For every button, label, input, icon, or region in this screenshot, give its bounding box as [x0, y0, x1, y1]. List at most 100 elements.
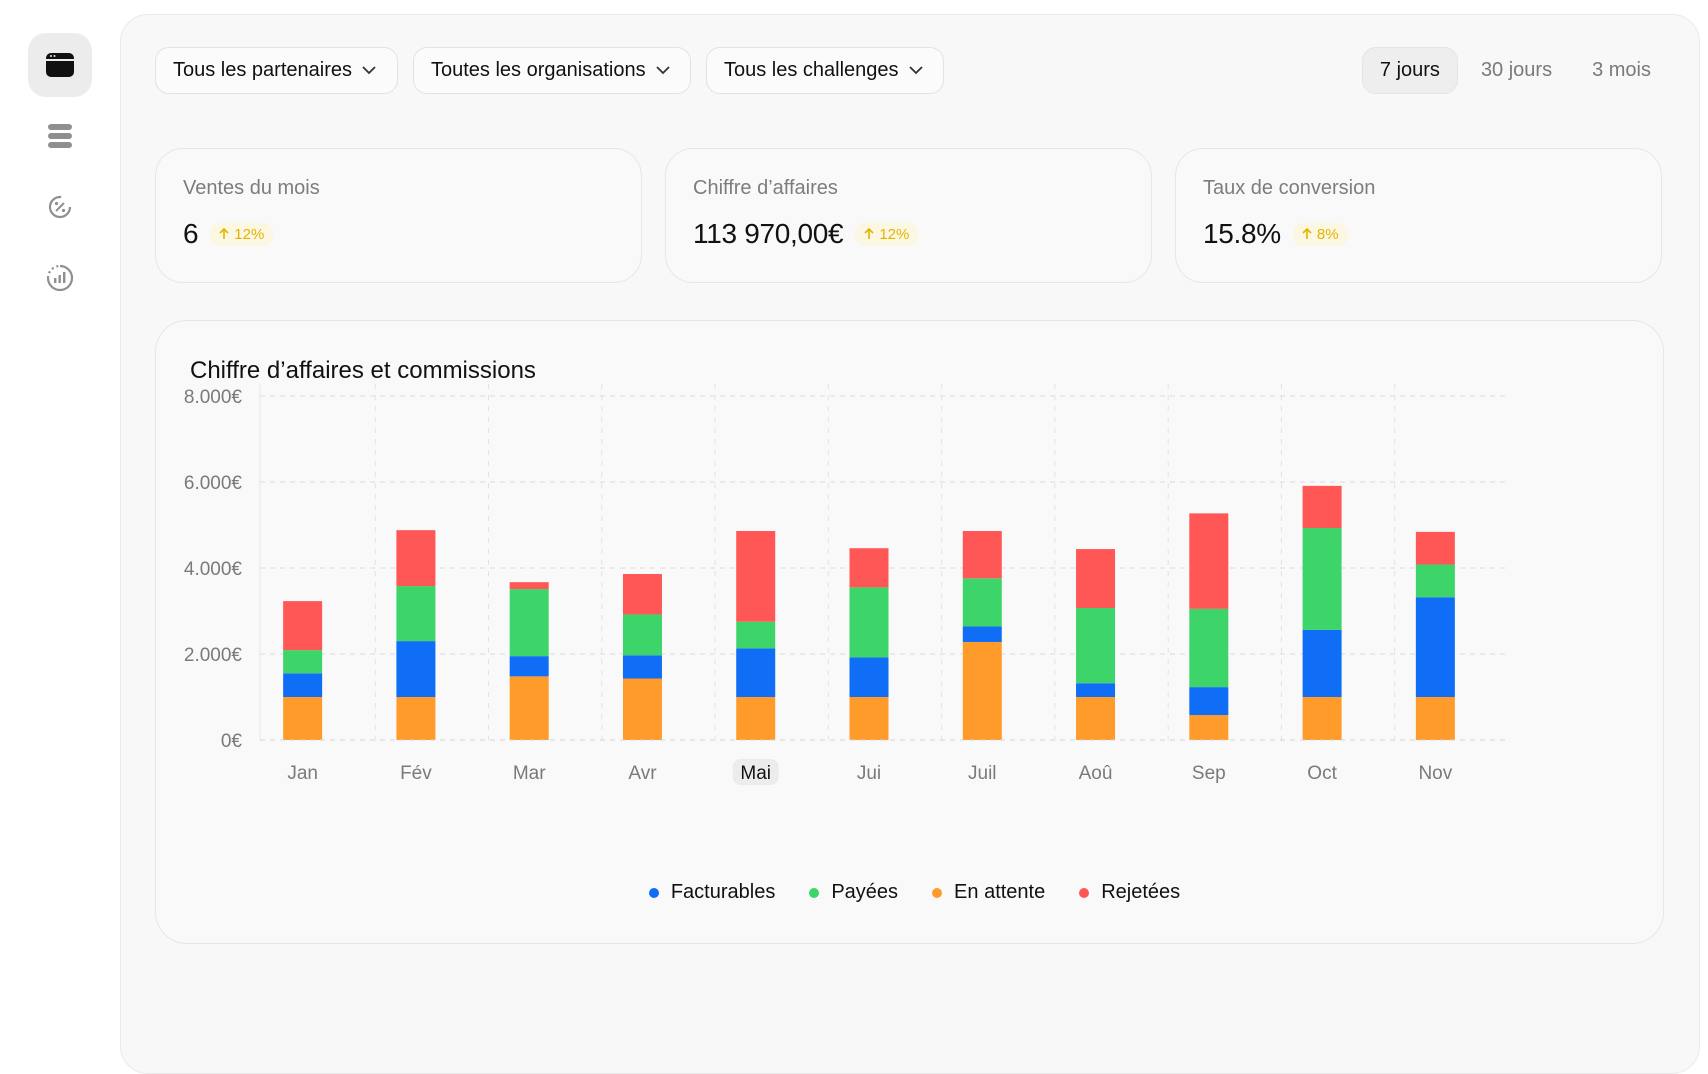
bar-segment-payees	[1189, 608, 1229, 688]
kpi-change-value: 12%	[234, 225, 265, 243]
legend-item-payees[interactable]: Payées	[809, 881, 898, 904]
sidebar-item-dashboard[interactable]	[28, 33, 92, 97]
bar-segment-en-attente	[1189, 715, 1229, 740]
bar-segment-facturables	[962, 626, 1002, 642]
chevron-down-icon	[655, 66, 670, 75]
x-tick-label: Jui	[857, 763, 881, 784]
bar-segment-rejetees	[962, 531, 1002, 579]
bar-segment-payees	[1415, 564, 1455, 598]
challenges-filter-label: Tous les challenges	[724, 59, 899, 81]
kpi-value: 15.8%	[1203, 218, 1281, 249]
bar-segment-payees	[736, 621, 776, 649]
bar-segment-facturables	[849, 657, 889, 697]
bar-segment-en-attente	[1415, 697, 1455, 740]
x-tick-label: Oct	[1307, 763, 1337, 784]
browser-window-icon	[46, 53, 74, 77]
legend-item-rejetees[interactable]: Rejetées	[1079, 881, 1180, 904]
range-3-months-button[interactable]: 3 mois	[1575, 47, 1668, 94]
bar-segment-rejetees	[1189, 513, 1229, 609]
bar-segment-rejetees	[849, 548, 889, 588]
bar-segment-rejetees	[622, 574, 662, 615]
y-tick-label: 4.000€	[184, 559, 243, 580]
sidebar	[0, 0, 120, 1050]
revenue-chart-card: Chiffre d’affaires et commissions 0€ 2.00…	[155, 320, 1664, 944]
bar-segment-facturables	[1415, 597, 1455, 697]
x-tick-label: Mai	[740, 763, 771, 784]
kpi-value: 113 970,00€	[693, 218, 844, 249]
kpi-card-sales: Ventes du mois 6 12%	[155, 148, 642, 283]
bar-segment-en-attente	[849, 697, 889, 740]
organizations-filter-label: Toutes les organisations	[431, 59, 646, 81]
x-tick-label: Nov	[1418, 763, 1452, 784]
range-7-days-button[interactable]: 7 jours	[1361, 47, 1458, 94]
bar-segment-payees	[1302, 528, 1342, 630]
stacked-bar-chart: 0€ 2.000€ 4.000€ 6.000€ 8.000€ Jan Fév Mar Avr Ma…	[184, 384, 1506, 785]
x-tick-label: Juil	[968, 763, 997, 784]
legend-dot	[932, 887, 943, 898]
x-tick-label: Sep	[1192, 763, 1226, 784]
stack-list-icon	[48, 124, 72, 148]
x-tick-label: Jan	[287, 763, 318, 784]
bar-segment-en-attente	[1302, 697, 1342, 740]
arrow-up-icon	[219, 228, 229, 239]
kpi-label: Taux de conversion	[1203, 177, 1376, 199]
partners-filter-label: Tous les partenaires	[173, 59, 352, 81]
x-tick-label: Fév	[400, 763, 432, 784]
filter-bar: Tous les partenaires Toutes les organisa…	[155, 47, 944, 94]
organizations-filter-dropdown[interactable]: Toutes les organisations	[413, 47, 691, 94]
bar-segment-en-attente	[736, 697, 776, 740]
sidebar-item-analytics[interactable]	[28, 246, 92, 310]
legend-label: Facturables	[670, 881, 776, 903]
sidebar-item-list[interactable]	[28, 104, 92, 168]
legend-label: En attente	[954, 881, 1046, 903]
kpi-label: Ventes du mois	[183, 177, 320, 199]
x-tick-label: Aoû	[1079, 763, 1113, 784]
bar-segment-facturables	[1302, 629, 1342, 697]
kpi-card-conversion: Taux de conversion 15.8% 8%	[1175, 148, 1662, 283]
bar-segment-payees	[509, 589, 549, 657]
bar-segment-rejetees	[1415, 531, 1455, 565]
discount-percent-icon	[48, 195, 72, 219]
bar-segment-rejetees	[736, 531, 776, 622]
bar-segment-facturables	[1189, 687, 1229, 716]
x-tick-label: Mar	[513, 763, 546, 784]
bar-segment-payees	[962, 578, 1002, 627]
kpi-change-value: 8%	[1316, 225, 1339, 243]
kpi-label: Chiffre d’affaires	[693, 177, 838, 199]
bar-segment-rejetees	[1302, 485, 1342, 529]
kpi-cards: Ventes du mois 6 12% Chiffre d’affaires …	[155, 148, 1662, 283]
range-30-days-button[interactable]: 30 jours	[1464, 47, 1569, 94]
legend-item-facturables[interactable]: Facturables	[648, 881, 776, 904]
legend-label: Payées	[831, 881, 899, 903]
bar-segment-facturables	[396, 641, 436, 697]
bar-segment-facturables	[1076, 683, 1116, 697]
bar-segment-payees	[622, 614, 662, 656]
chevron-down-icon	[362, 66, 376, 75]
legend-dot	[1079, 887, 1090, 898]
bar-segment-payees	[849, 587, 889, 658]
legend-dot	[648, 887, 659, 898]
kpi-change-badge: 12%	[210, 222, 274, 246]
kpi-card-revenue: Chiffre d’affaires 113 970,00€ 12%	[665, 148, 1152, 283]
bar-segment-en-attente	[396, 697, 436, 740]
partners-filter-dropdown[interactable]: Tous les partenaires	[155, 47, 398, 94]
bar-segment-en-attente	[962, 641, 1002, 740]
bar-segment-en-attente	[283, 697, 323, 740]
bar-segment-payees	[283, 650, 323, 674]
legend-item-en-attente[interactable]: En attente	[932, 881, 1045, 904]
bar-segment-payees	[396, 586, 436, 642]
bar-segment-rejetees	[396, 530, 436, 587]
bar-segment-rejetees	[1076, 549, 1116, 608]
arrow-up-icon	[1302, 228, 1312, 239]
time-range-selector: 7 jours 30 jours 3 mois	[1361, 47, 1668, 94]
kpi-value: 6	[183, 218, 199, 249]
sidebar-item-discounts[interactable]	[28, 175, 92, 239]
bar-segment-rejetees	[509, 582, 549, 590]
legend-dot	[809, 887, 820, 898]
bar-segment-facturables	[283, 673, 323, 697]
challenges-filter-dropdown[interactable]: Tous les challenges	[706, 47, 944, 94]
arrow-up-icon	[864, 228, 874, 239]
bar-segment-facturables	[509, 656, 549, 677]
kpi-change-badge: 12%	[855, 222, 919, 246]
chart-legend: Facturables Payées En attente Rejetées	[156, 881, 1663, 904]
